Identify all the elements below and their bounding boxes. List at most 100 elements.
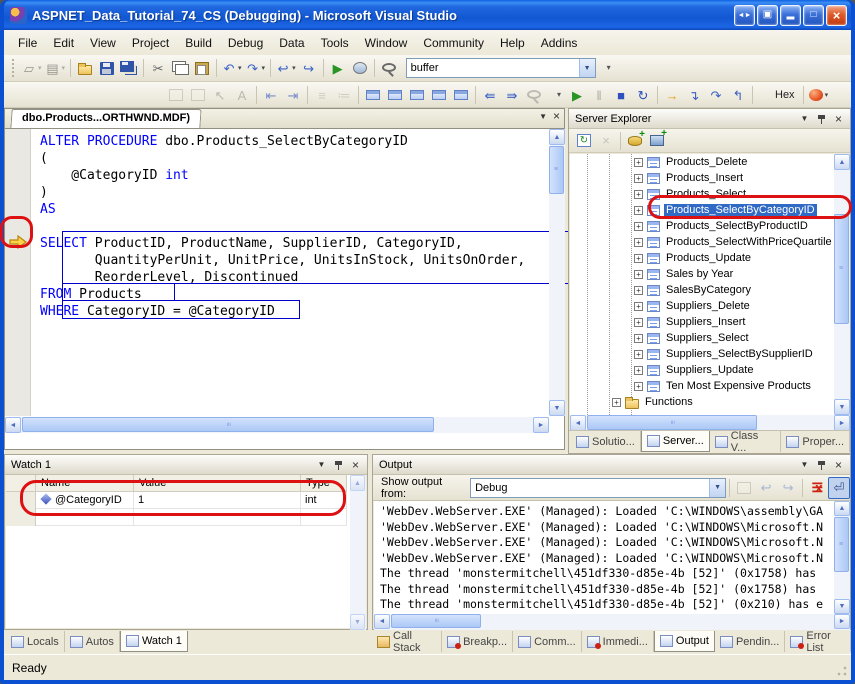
tree-vscrollbar[interactable]: ▲ ≡ ▼	[834, 154, 850, 415]
dropdown-arrow-icon[interactable]: ▾	[825, 91, 829, 99]
close-panel-icon[interactable]: ×	[831, 111, 846, 126]
undock-button[interactable]: ▣	[757, 5, 778, 26]
scroll-up-icon[interactable]: ▲	[549, 129, 565, 145]
sort-ascending-button[interactable]: A	[231, 84, 253, 106]
menu-build[interactable]: Build	[177, 33, 220, 53]
stop-debugging-button[interactable]: ■	[610, 84, 632, 106]
tree-item-label[interactable]: SalesByCategory	[664, 284, 753, 296]
connect-to-database-button[interactable]	[624, 130, 646, 152]
menu-file[interactable]: File	[10, 33, 45, 53]
tab-class-v-[interactable]: Class V...	[710, 431, 782, 452]
scroll-left-icon[interactable]: ◄	[570, 415, 586, 431]
expand-icon[interactable]: +	[634, 206, 643, 215]
scroll-left-icon[interactable]: ◄	[374, 614, 390, 629]
expand-icon[interactable]: +	[634, 222, 643, 231]
expand-icon[interactable]: +	[634, 174, 643, 183]
document-tab[interactable]: dbo.Products...ORTHWND.MDF)	[10, 109, 201, 128]
export-rows-button[interactable]: ⇛	[501, 84, 523, 106]
expand-icon[interactable]: +	[634, 350, 643, 359]
menu-help[interactable]: Help	[492, 33, 533, 53]
scroll-right-icon[interactable]: ►	[533, 417, 549, 433]
tree-item-label[interactable]: Suppliers_SelectBySupplierID	[664, 348, 815, 360]
design-query-button[interactable]	[187, 84, 209, 106]
close-button[interactable]: ×	[826, 5, 847, 26]
watch-cell[interactable]	[36, 509, 134, 526]
find-in-files-button[interactable]	[378, 57, 400, 79]
toolbar-options-icon[interactable]: ▾	[602, 64, 616, 72]
toggle-word-wrap-button[interactable]: ⏎	[828, 477, 850, 499]
find-combo[interactable]: buffer ▼	[406, 58, 596, 78]
hex-display-button[interactable]: Hex	[756, 84, 800, 106]
server-explorer-tree[interactable]: +Products_Delete+Products_Insert+Product…	[570, 154, 834, 415]
tree-item-label[interactable]: Products_Select	[664, 188, 748, 200]
import-rows-button[interactable]: ⇚	[479, 84, 501, 106]
combo-arrow-icon[interactable]: ▼	[709, 479, 725, 497]
cut-button[interactable]: ✂	[147, 57, 169, 79]
tree-item-suppliers-delete[interactable]: +Suppliers_Delete	[570, 298, 834, 314]
scroll-down-icon[interactable]: ▼	[834, 399, 850, 415]
watch-cell[interactable]: @CategoryID	[36, 492, 134, 509]
tree-item-label[interactable]: Products_SelectByCategoryID	[664, 204, 817, 216]
start-debugging-button[interactable]: ▶	[327, 57, 349, 79]
tree-item-suppliers-insert[interactable]: + Suppliers_Insert	[570, 314, 834, 330]
dropdown-arrow-icon[interactable]: ▾	[262, 64, 266, 72]
expand-icon[interactable]: +	[634, 318, 643, 327]
dropdown-arrow-icon[interactable]: ▾	[38, 64, 42, 72]
tab-solutio-[interactable]: Solutio...	[571, 431, 641, 452]
tab-proper-[interactable]: Proper...	[781, 431, 850, 452]
show-sql-pane-button[interactable]	[406, 84, 428, 106]
output-header[interactable]: Output ▼ ×	[373, 455, 850, 475]
tree-item-label[interactable]: Ten Most Expensive Products	[664, 380, 813, 392]
increase-indent-button[interactable]: ⇥	[282, 84, 304, 106]
close-document-icon[interactable]: ×	[553, 112, 560, 121]
tree-item-label[interactable]: Suppliers_Select	[664, 332, 751, 344]
add-item-button[interactable]: ▤▾	[44, 57, 68, 79]
tree-item-label[interactable]: Suppliers_Insert	[664, 316, 748, 328]
open-file-button[interactable]	[74, 57, 96, 79]
tree-item-suppliers-selectbysupplierid[interactable]: + Suppliers_SelectBySupplierID	[570, 346, 834, 362]
tree-item-label[interactable]: Functions	[643, 396, 695, 408]
tree-item-label[interactable]: Products_SelectWithPriceQuartile	[664, 236, 834, 248]
combo-arrow-icon[interactable]: ▼	[579, 59, 595, 77]
tree-item-products-insert[interactable]: +Products_Insert	[570, 170, 834, 186]
scroll-right-icon[interactable]: ►	[834, 415, 850, 431]
document-list-icon[interactable]: ▼	[539, 112, 547, 121]
tree-item-products-selectbyproductid[interactable]: +Products_SelectByProductID	[570, 218, 834, 234]
tree-item-label[interactable]: Sales by Year	[664, 268, 735, 280]
new-project-button[interactable]: ▱▾	[20, 57, 44, 79]
output-vscrollbar[interactable]: ▲ ≡ ▼	[834, 501, 850, 614]
tab-server-[interactable]: Server...	[641, 431, 710, 452]
menu-edit[interactable]: Edit	[45, 33, 82, 53]
show-criteria-pane-button[interactable]	[384, 84, 406, 106]
watch-column-header-name[interactable]: Name	[36, 475, 134, 492]
continue-button[interactable]: ▶	[566, 84, 588, 106]
scroll-up-icon[interactable]: ▲	[834, 501, 850, 516]
output-hscrollbar[interactable]: ◄ ≡ ►	[374, 614, 850, 630]
server-explorer-header[interactable]: Server Explorer ▼ ×	[569, 109, 850, 129]
auto-hide-pin-icon[interactable]	[814, 457, 829, 472]
tab-pendin-[interactable]: Pendin...	[715, 631, 785, 652]
breakpoints-window-button[interactable]: ▾	[807, 84, 831, 106]
expand-icon[interactable]: +	[634, 158, 643, 167]
tab-autos[interactable]: Autos	[65, 631, 120, 652]
save-all-button[interactable]	[118, 57, 140, 79]
tab-comm-[interactable]: Comm...	[513, 631, 582, 652]
menu-addins[interactable]: Addins	[533, 33, 586, 53]
output-text[interactable]: 'WebDev.WebServer.EXE' (Managed): Loaded…	[374, 501, 834, 614]
window-position-icon[interactable]: ▼	[797, 457, 812, 472]
watch-grid[interactable]: NameValueType@CategoryID1int	[6, 475, 366, 628]
watch-cell[interactable]	[134, 509, 301, 526]
tree-item-ten-most-expensive-products[interactable]: +Ten Most Expensive Products	[570, 378, 834, 394]
tree-item-label[interactable]: Suppliers_Update	[664, 364, 755, 376]
breakpoint-gutter[interactable]	[5, 129, 31, 416]
window-position-icon[interactable]: ▼	[314, 457, 329, 472]
tab-breakp-[interactable]: Breakp...	[442, 631, 513, 652]
navigate-forward-button[interactable]: ↪	[298, 57, 320, 79]
select-tool-button[interactable]: ↖	[209, 84, 231, 106]
goto-next-message-button[interactable]: ↪	[777, 477, 799, 499]
redo-button[interactable]: ↷▾	[244, 57, 268, 79]
watch-column-header-type[interactable]: Type	[301, 475, 347, 492]
code-area[interactable]: ALTER PROCEDURE dbo.Products_SelectByCat…	[32, 129, 549, 416]
scroll-down-icon[interactable]: ▼	[549, 400, 565, 416]
expand-icon[interactable]: +	[634, 366, 643, 375]
